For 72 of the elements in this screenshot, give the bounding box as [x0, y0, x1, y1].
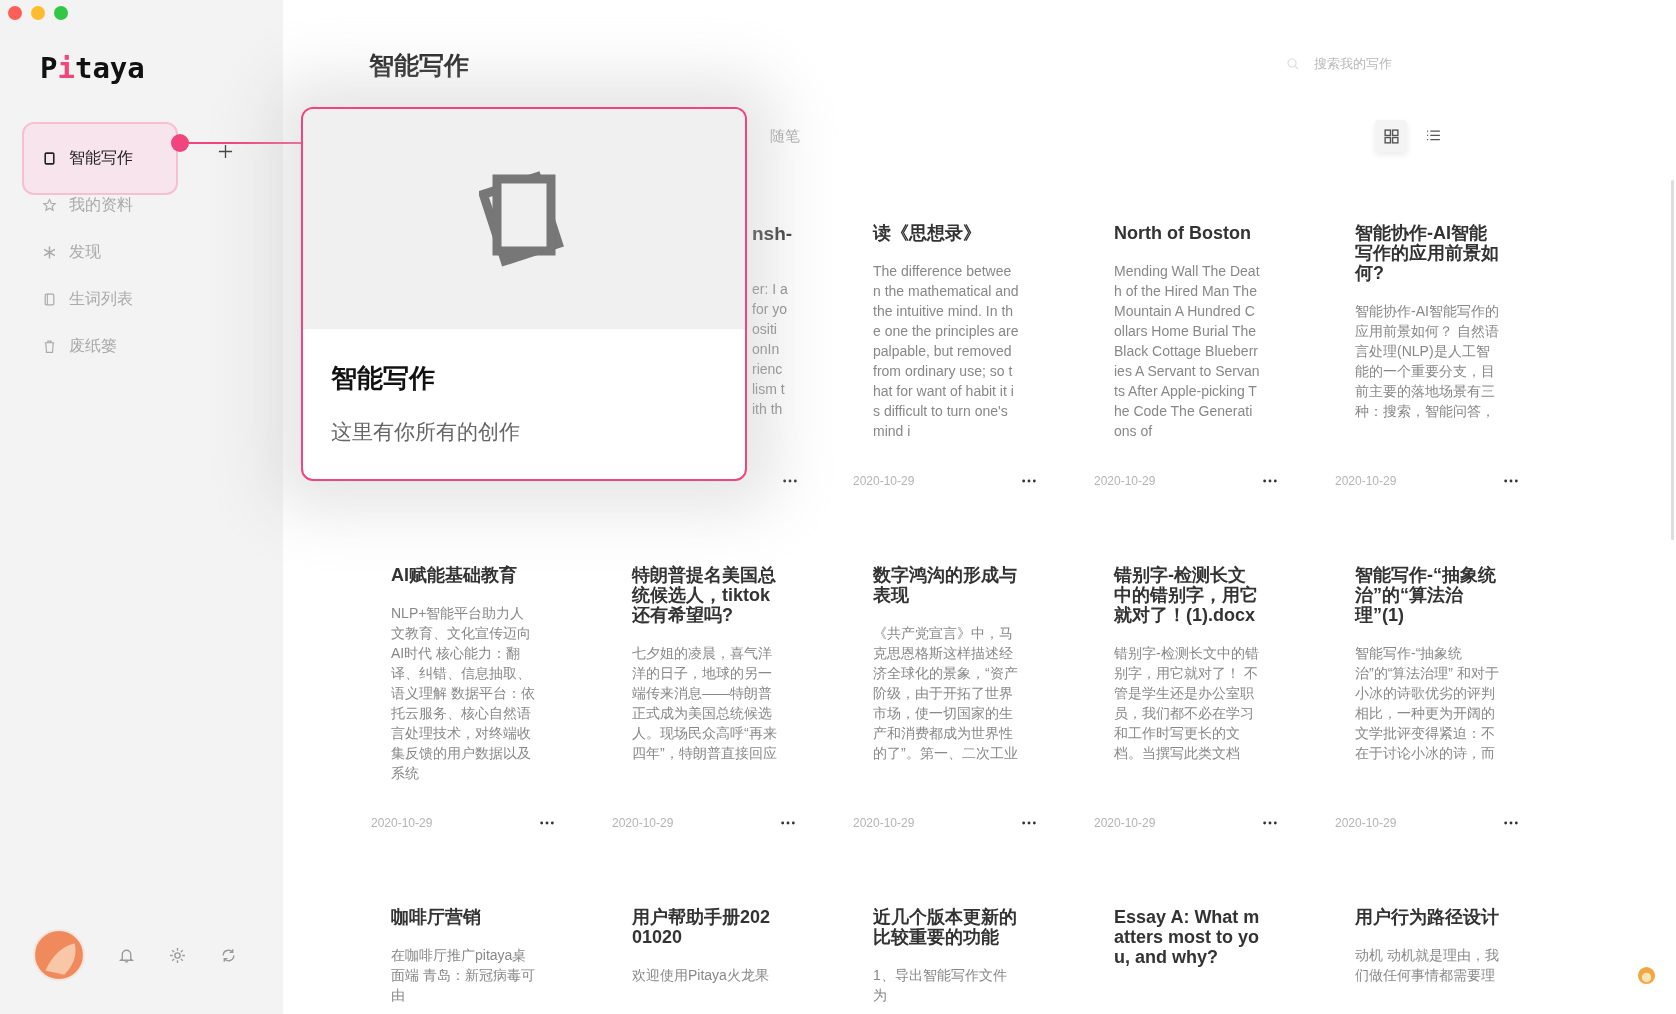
category-tab[interactable]: 随笔 — [770, 126, 800, 146]
search-field[interactable]: 搜索我的写作 — [1286, 55, 1446, 72]
card-title: AI赋能基础教育 — [391, 565, 518, 585]
card-excerpt-line: lism t — [752, 380, 785, 399]
card-excerpt-line: for yo — [752, 300, 787, 319]
grid-icon — [1382, 127, 1400, 145]
more-icon[interactable] — [1503, 821, 1519, 825]
card-excerpt-line: ositi — [752, 320, 777, 339]
grid-view-button[interactable] — [1375, 120, 1407, 152]
card-title: North of Boston — [1114, 223, 1252, 243]
more-icon[interactable] — [1021, 821, 1037, 825]
card-excerpt: The difference between the mathematical and the intuitive mind. In the one the principles are palpable, but removed from ordinary use; so that for want of habit it is difficult to turn one's mind i — [873, 262, 1019, 441]
guide-title: 智能写作 — [331, 362, 435, 395]
card-excerpt-line: ith th — [752, 400, 783, 419]
notebook-icon — [42, 292, 57, 307]
card-date: 2020-10-29 — [1094, 474, 1156, 488]
sidebar-item[interactable]: 智能写作 — [22, 122, 178, 195]
card-title: 用户行为路径设计 — [1355, 907, 1500, 927]
card-date: 2020-10-29 — [1094, 816, 1156, 830]
more-icon[interactable] — [1262, 821, 1278, 825]
more-icon[interactable] — [780, 821, 796, 825]
card-excerpt: Mending Wall The Death of the Hired Man The Mountain A Hundred Collars Home Burial The Black Cottage Blueberries A Servant to Servants After Apple-picking The Code The Generations of — [1114, 262, 1260, 441]
document-icon — [42, 151, 57, 166]
card-title: 读《思想录》 — [873, 223, 982, 243]
card-excerpt-line: er: I a — [752, 280, 788, 299]
card-excerpt: 智能协作-AI智能写作的应用前景如何？ 自然语言处理(NLP)是人工智能的一个重要分支，目前主要的落地场景有三种：搜索，智能问答， — [1355, 302, 1500, 421]
sidebar-item[interactable]: 生词列表 — [22, 276, 178, 323]
card-title: 智能写作-“抽象统治”的“算法治理”(1) — [1355, 565, 1497, 625]
card-date: 2020-10-29 — [853, 474, 915, 488]
asterisk-icon — [42, 245, 57, 260]
card-excerpt: 七夕姐的凌晨，喜气洋洋的日子，地球的另一端传来消息——特朗普正式成为美国总统候选人。现场民众高呼“再来四年”，特朗普直接回应 — [632, 644, 778, 763]
settings-icon[interactable] — [168, 945, 187, 965]
guide-subtitle: 这里有你所有的创作 — [331, 419, 520, 445]
card-excerpt: 1、导出智能写作文件为 — [873, 966, 1008, 1005]
scrollbar[interactable] — [1671, 180, 1674, 540]
card-title: 数字鸿沟的形成与表现 — [873, 565, 1018, 605]
more-icon[interactable] — [1021, 479, 1037, 483]
card-excerpt: 错别字-检测长文中的错别字，用它就对了！ 不管是学生还是办公室职员，我们都不必在学习和工作时写更长的文档。当撰写此类文档 — [1114, 644, 1260, 763]
card-excerpt: 在咖啡厅推广pitaya桌面端 青岛：新冠病毒可由 — [391, 946, 536, 1005]
card-title: 用户帮助手册20201020 — [632, 907, 772, 947]
trash-icon — [42, 339, 57, 354]
sidebar-item[interactable]: 发现 — [22, 229, 178, 276]
card-date: 2020-10-29 — [371, 816, 433, 830]
card-excerpt: 动机 动机就是理由，我们做任何事情都需要理 — [1355, 946, 1500, 985]
card-excerpt-line: onIn — [752, 340, 780, 359]
card-title: Essay A: What matters most to you, and why? — [1114, 907, 1260, 967]
card-date: 2020-10-29 — [612, 816, 674, 830]
card-date: 2020-10-29 — [1335, 474, 1397, 488]
card-excerpt: 《共产党宣言》中，马克思恩格斯这样描述经济全球化的景象，“资产阶级，由于开拓了世界市场，使一切国家的生产和消费都成为世界性的了”。第一、二次工业 — [873, 624, 1019, 763]
more-icon[interactable] — [1262, 479, 1278, 483]
app-logo: Pitaya — [40, 51, 145, 85]
more-icon[interactable] — [782, 479, 798, 483]
search-icon — [1286, 56, 1300, 71]
card-excerpt: 欢迎使用Pitaya火龙果 — [632, 966, 770, 985]
page-title: 智能写作 — [369, 50, 469, 81]
card-excerpt: 智能写作-“抽象统治”的“算法治理” 和对于小冰的诗歌优劣的评判相比，一种更为开阔的文学批评变得紧迫：不在于讨论小冰的诗，而 — [1355, 644, 1500, 763]
close-button[interactable] — [8, 6, 22, 20]
sidebar-item[interactable]: 废纸篓 — [22, 323, 178, 370]
add-icon[interactable] — [218, 144, 233, 159]
card-date: 2020-10-29 — [1335, 816, 1397, 830]
card-title: 错别字-检测长文中的错别字，用它就对了！(1).docx — [1114, 565, 1259, 625]
card-date: 2020-10-29 — [853, 816, 915, 830]
card-title: 智能协作-AI智能写作的应用前景如何? — [1355, 223, 1500, 283]
card-excerpt: NLP+智能平台助力人文教育、文化宣传迈向AI时代 核心能力：翻译、纠错、信息抽取、语义理解 数据平台：依托云服务、核心自然语言处理技术，对终端收集反馈的用户数据以及系统 — [391, 604, 536, 783]
star-icon — [42, 198, 57, 213]
more-icon[interactable] — [539, 821, 555, 825]
card-title: 近几个版本更新的比较重要的功能 — [873, 907, 1018, 947]
more-icon[interactable] — [1503, 479, 1519, 483]
card-excerpt-line: rienc — [752, 360, 783, 379]
card-title: nsh- — [752, 223, 793, 245]
card-title: 特朗普提名美国总统候选人，tiktok还有希望吗? — [632, 565, 777, 625]
card-title: 咖啡厅营销 — [391, 907, 482, 927]
